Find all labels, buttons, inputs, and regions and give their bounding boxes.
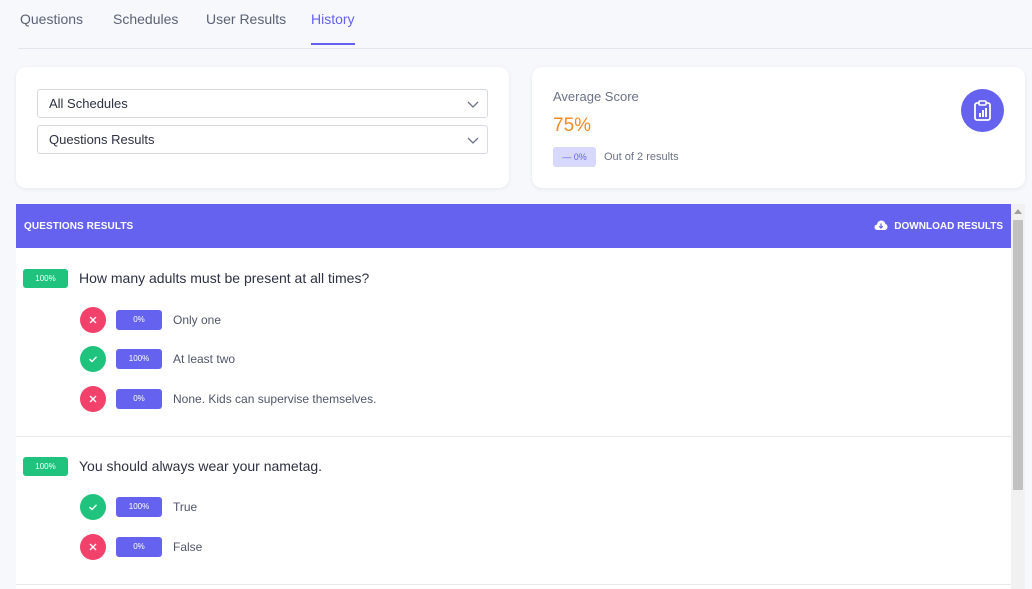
- results-title: QUESTIONS RESULTS: [24, 221, 134, 232]
- checkmark-icon: [80, 346, 106, 372]
- score-change-badge: — 0%: [553, 147, 596, 167]
- answer-text: False: [173, 540, 203, 554]
- answer-row: 100% True: [16, 494, 1011, 520]
- close-icon: [80, 386, 106, 412]
- tab-bar: Questions Schedules User Results History: [18, 0, 1032, 49]
- answer-text: True: [173, 500, 198, 514]
- question-score-badge: 100%: [23, 457, 68, 476]
- filter-card: All Schedules Questions Results: [16, 67, 509, 188]
- answer-row: 0% False: [16, 534, 1011, 560]
- answer-percent-badge: 100%: [116, 497, 162, 517]
- clipboard-chart-icon: [961, 89, 1004, 132]
- results-select-value: Questions Results: [49, 132, 155, 147]
- download-results-button[interactable]: DOWNLOAD RESULTS: [874, 220, 1003, 232]
- close-icon: [80, 307, 106, 333]
- answer-percent-badge: 0%: [116, 310, 162, 330]
- chevron-down-icon: [467, 137, 479, 144]
- scroll-up-arrow-icon[interactable]: [1014, 209, 1022, 214]
- checkmark-icon: [80, 494, 106, 520]
- schedule-select[interactable]: All Schedules: [37, 89, 488, 118]
- answer-text: At least two: [173, 352, 236, 366]
- question-item: 100% You should always wear your nametag…: [16, 437, 1011, 585]
- question-score-badge: 100%: [23, 269, 68, 288]
- answer-text: Only one: [173, 313, 222, 327]
- questions-results-panel: QUESTIONS RESULTS DOWNLOAD RESULTS 100% …: [16, 204, 1011, 589]
- answer-percent-badge: 0%: [116, 537, 162, 557]
- close-icon: [80, 534, 106, 560]
- schedule-select-value: All Schedules: [49, 96, 128, 111]
- answer-row: 100% At least two: [16, 346, 1011, 372]
- question-text: How many adults must be present at all t…: [79, 270, 370, 286]
- cloud-download-icon: [874, 220, 888, 230]
- results-header: QUESTIONS RESULTS DOWNLOAD RESULTS: [16, 204, 1011, 248]
- average-score-card: Average Score 75% — 0% Out of 2 results: [532, 67, 1025, 188]
- tab-questions[interactable]: Questions: [20, 11, 83, 43]
- score-title: Average Score: [553, 89, 639, 104]
- scrollbar-thumb[interactable]: [1013, 220, 1023, 490]
- results-select[interactable]: Questions Results: [37, 125, 488, 154]
- score-subtitle: Out of 2 results: [604, 151, 679, 163]
- page: Questions Schedules User Results History…: [0, 0, 1032, 589]
- chevron-down-icon: [467, 101, 479, 108]
- answer-row: 0% Only one: [16, 307, 1011, 333]
- question-item: 100% How many adults must be present at …: [16, 248, 1011, 437]
- tab-user-results[interactable]: User Results: [206, 11, 286, 43]
- tab-history[interactable]: History: [311, 11, 355, 45]
- answer-percent-badge: 0%: [116, 389, 162, 409]
- answer-text: None. Kids can supervise themselves.: [173, 392, 377, 406]
- answer-row: 0% None. Kids can supervise themselves.: [16, 386, 1011, 412]
- question-text: You should always wear your nametag.: [79, 458, 323, 474]
- scrollbar[interactable]: [1011, 204, 1025, 589]
- tab-schedules[interactable]: Schedules: [113, 11, 178, 43]
- answer-percent-badge: 100%: [116, 349, 162, 369]
- download-results-label: DOWNLOAD RESULTS: [894, 221, 1003, 232]
- score-value: 75%: [553, 115, 592, 136]
